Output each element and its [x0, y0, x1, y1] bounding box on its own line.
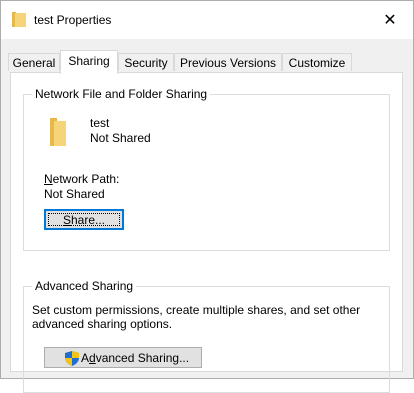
tab-previous-versions-label: Previous Versions [179, 56, 277, 70]
advanced-sharing-group-label: Advanced Sharing [32, 279, 137, 293]
folder-icon [12, 12, 26, 27]
tab-previous-versions[interactable]: Previous Versions [174, 53, 282, 71]
tab-customize[interactable]: Customize [282, 53, 352, 71]
tab-general[interactable]: General [8, 53, 60, 71]
focus-ring [48, 213, 120, 226]
share-status: Not Shared [90, 131, 151, 145]
dialog-content: General Sharing Security Previous Versio… [1, 39, 413, 393]
network-path-label: Network Path: [44, 172, 120, 186]
advanced-sharing-group: Advanced Sharing Set custom permissions,… [23, 279, 390, 393]
window-title: test Properties [34, 13, 112, 27]
advanced-sharing-button-label: Advanced Sharing... [81, 350, 190, 365]
advanced-sharing-button[interactable]: Advanced Sharing... [44, 347, 202, 368]
tab-customize-label: Customize [288, 56, 346, 70]
close-icon: ✕ [383, 12, 397, 29]
properties-dialog: test Properties ✕ General Sharing Securi… [0, 0, 414, 393]
tab-security-label: Security [124, 56, 168, 70]
network-path-value: Not Shared [44, 187, 105, 201]
network-sharing-group: Network File and Folder Sharing test Not… [23, 87, 390, 251]
shield-icon [65, 351, 79, 366]
close-button[interactable]: ✕ [367, 1, 413, 39]
tab-sharing[interactable]: Sharing [60, 50, 118, 74]
folder-name: test [90, 116, 110, 130]
advanced-description-line2: advanced sharing options. [32, 317, 173, 331]
tab-general-label: General [12, 56, 56, 70]
network-sharing-group-label: Network File and Folder Sharing [32, 87, 211, 101]
tab-security[interactable]: Security [118, 53, 174, 71]
sharing-panel: Network File and Folder Sharing test Not… [10, 72, 403, 393]
folder-icon [50, 118, 66, 146]
advanced-description-line1: Set custom permissions, create multiple … [32, 303, 361, 317]
tab-sharing-label: Sharing [68, 54, 110, 68]
title-bar[interactable]: test Properties ✕ [1, 1, 413, 39]
share-button[interactable]: Share... [44, 209, 124, 230]
